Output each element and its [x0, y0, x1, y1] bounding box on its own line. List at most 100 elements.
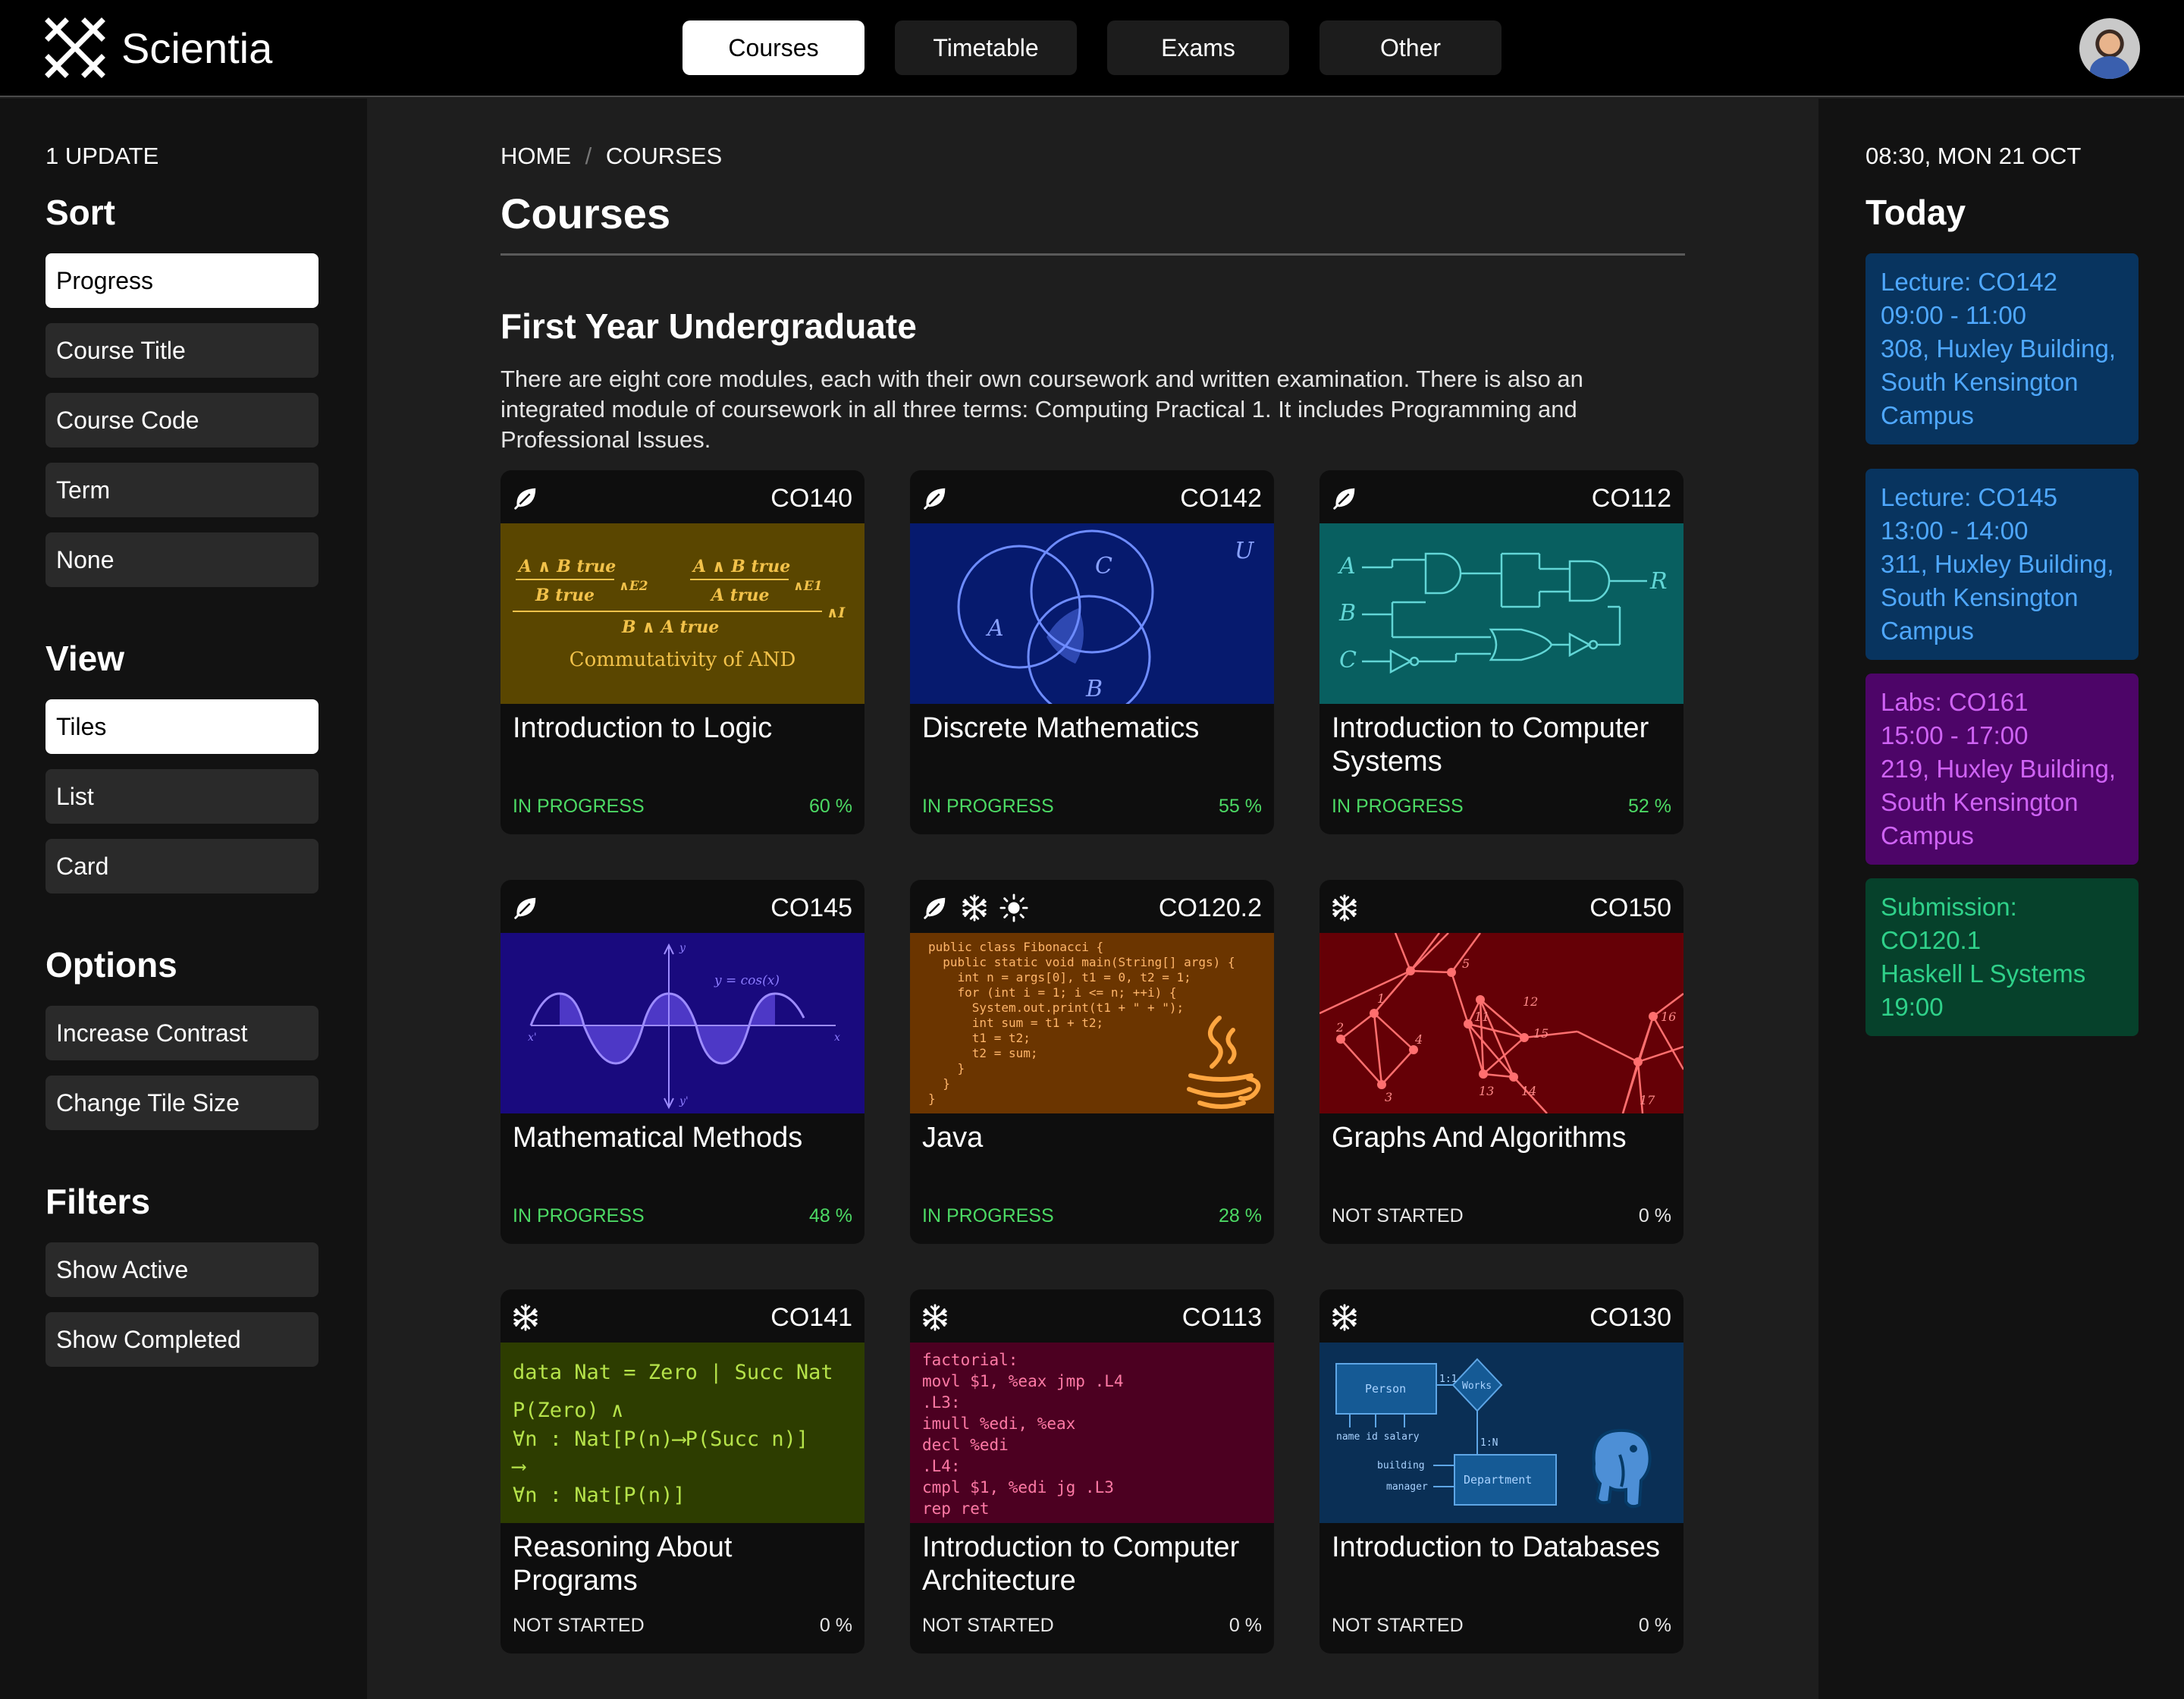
updates-count[interactable]: 1 UPDATE	[46, 141, 158, 171]
tab-other[interactable]: Other	[1320, 20, 1502, 75]
code-line: .L3:	[922, 1393, 961, 1412]
course-status: IN PROGRESS	[922, 796, 1054, 817]
tab-courses[interactable]: Courses	[682, 20, 864, 75]
event-header: Submission: CO120.1	[1881, 890, 2123, 957]
course-tile-co150[interactable]: CO150 1 2 3 4 5 11 12 13 14 15 16 17 Gra…	[1320, 880, 1684, 1244]
event-card[interactable]: Submission: CO120.1 Haskell L Systems 19:0…	[1866, 878, 2138, 1036]
event-location: Haskell L Systems	[1881, 959, 2086, 988]
function-label: y = cos(x)	[714, 973, 780, 988]
course-tile-co130[interactable]: CO130 Person Works Department 1:1 1:N na…	[1320, 1289, 1684, 1653]
event-card[interactable]: Labs: CO161 15:00 - 17:00 219, Huxley Buil…	[1866, 674, 2138, 865]
code-line: imull %edi, %eax	[922, 1415, 1075, 1433]
er-cardinality-1-1: 1:1	[1439, 1374, 1457, 1385]
course-art-graph: 1 2 3 4 5 11 12 13 14 15 16 17	[1320, 933, 1684, 1113]
sort-none-button[interactable]: None	[46, 532, 318, 587]
event-type: Lecture:	[1881, 268, 1972, 296]
course-code: CO130	[1589, 1303, 1671, 1332]
course-art-venn: A C B U	[910, 523, 1274, 704]
course-art-er-diagram: Person Works Department 1:1 1:N name id …	[1320, 1343, 1684, 1523]
code-line: System.out.print(t1 + " + ");	[928, 1000, 1184, 1015]
course-title: Introduction to Databases	[1332, 1531, 1661, 1563]
sort-course-title-button[interactable]: Course Title	[46, 323, 318, 378]
event-code: CO142	[1978, 268, 2057, 296]
course-progress: 0 %	[819, 1615, 852, 1636]
event-code: CO161	[1948, 688, 2029, 716]
show-completed-button[interactable]: Show Completed	[46, 1312, 318, 1367]
event-location: 311, Huxley Building, South Kensington C…	[1881, 550, 2114, 645]
course-tile-co112[interactable]: CO112 A B C R Introduction to Computer S…	[1320, 470, 1684, 834]
axis-x-prime: x'	[528, 1032, 537, 1044]
sort-progress-button[interactable]: Progress	[46, 253, 318, 308]
logic-rule-e1: ∧E1	[793, 579, 823, 594]
leaf-icon	[511, 893, 540, 922]
course-tile-co145[interactable]: CO145 y y' x' x y = cos(x) Mathematical …	[500, 880, 864, 1244]
course-status: IN PROGRESS	[1332, 796, 1464, 817]
course-progress: 0 %	[1638, 1615, 1671, 1636]
course-progress: 48 %	[809, 1205, 852, 1226]
course-status: NOT STARTED	[922, 1615, 1054, 1636]
sun-icon	[999, 893, 1028, 922]
code-line: ⟶	[511, 1455, 526, 1478]
change-tile-size-button[interactable]: Change Tile Size	[46, 1076, 318, 1130]
view-tiles-button[interactable]: Tiles	[46, 699, 318, 754]
code-line: data Nat = Zero | Succ Nat	[513, 1361, 833, 1384]
course-title: Graphs And Algorithms	[1332, 1122, 1627, 1154]
course-code: CO141	[770, 1303, 852, 1332]
course-tile-co142[interactable]: CO142 A C B U Discrete Mathematics IN PR…	[910, 470, 1274, 834]
logic-rule-e2: ∧E2	[619, 579, 648, 594]
course-code: CO142	[1180, 484, 1262, 513]
increase-contrast-button[interactable]: Increase Contrast	[46, 1006, 318, 1060]
course-tile-co140[interactable]: CO140 A ∧ B true B true ∧E2 A ∧ B true A…	[500, 470, 864, 834]
brand-name: Scientia	[121, 24, 273, 72]
current-datetime: 08:30, MON 21 OCT	[1866, 143, 2082, 169]
scientia-logo-icon[interactable]	[44, 17, 106, 79]
tab-timetable[interactable]: Timetable	[895, 20, 1077, 75]
avatar[interactable]	[2079, 18, 2140, 79]
view-list-button[interactable]: List	[46, 769, 318, 824]
course-progress: 28 %	[1219, 1205, 1262, 1226]
term-icons	[1330, 1300, 1359, 1335]
graph-node-label: 14	[1521, 1084, 1536, 1098]
course-art-cosine: y y' x' x y = cos(x)	[500, 933, 864, 1113]
er-relation-works: Works	[1462, 1380, 1492, 1392]
course-status: NOT STARTED	[1332, 1205, 1464, 1226]
course-code: CO145	[770, 893, 852, 922]
venn-label-a: A	[985, 615, 1004, 642]
event-header: Labs: CO161	[1881, 686, 2123, 719]
title-divider	[500, 253, 1685, 256]
term-icons	[921, 890, 1028, 925]
course-art-assembly: factorial: movl $1, %eax jmp .L4 .L3: im…	[910, 1343, 1274, 1523]
axis-x: x	[834, 1032, 840, 1044]
today-heading: Today	[1866, 193, 1966, 232]
course-title: Reasoning About Programs	[513, 1531, 733, 1597]
tab-exams[interactable]: Exams	[1107, 20, 1289, 75]
graph-node-label: 2	[1335, 1020, 1344, 1035]
logic-caption: Commutativity of AND	[570, 649, 796, 671]
view-heading: View	[46, 639, 124, 678]
sort-term-button[interactable]: Term	[46, 463, 318, 517]
code-line: decl %edi	[922, 1436, 1009, 1454]
course-tile-co141[interactable]: CO141 data Nat = Zero | Succ Nat P(Zero)…	[500, 1289, 864, 1653]
term-icons	[1330, 890, 1359, 925]
breadcrumb-separator: /	[585, 143, 592, 169]
event-card[interactable]: Lecture: CO142 09:00 - 11:00 308, Huxley B…	[1866, 253, 2138, 444]
er-attr-building: building	[1377, 1460, 1425, 1471]
view-card-button[interactable]: Card	[46, 839, 318, 893]
er-attributes: name id salary	[1336, 1431, 1420, 1443]
course-progress: 60 %	[809, 796, 852, 817]
show-active-button[interactable]: Show Active	[46, 1242, 318, 1297]
sort-course-code-button[interactable]: Course Code	[46, 393, 318, 448]
event-card[interactable]: Lecture: CO145 13:00 - 14:00 311, Huxley B…	[1866, 469, 2138, 660]
breadcrumb-home[interactable]: HOME	[500, 143, 571, 169]
course-title: Introduction to Logic	[513, 712, 773, 744]
venn-label-u: U	[1235, 538, 1255, 564]
course-tile-co113[interactable]: CO113 factorial: movl $1, %eax jmp .L4 .…	[910, 1289, 1274, 1653]
event-location: 219, Huxley Building, South Kensington C…	[1881, 755, 2117, 850]
code-line: int n = args[0], t1 = 0, t2 = 1;	[928, 970, 1191, 985]
event-header: Lecture: CO142	[1881, 265, 2123, 299]
logic-premise-2: A ∧ B true	[692, 557, 790, 576]
course-tile-co120-2[interactable]: CO120.2 public class Fibonacci { public …	[910, 880, 1274, 1244]
graph-node-label: 5	[1462, 956, 1470, 971]
axis-y-prime: y'	[679, 1095, 689, 1107]
course-code: CO113	[1181, 1303, 1262, 1332]
